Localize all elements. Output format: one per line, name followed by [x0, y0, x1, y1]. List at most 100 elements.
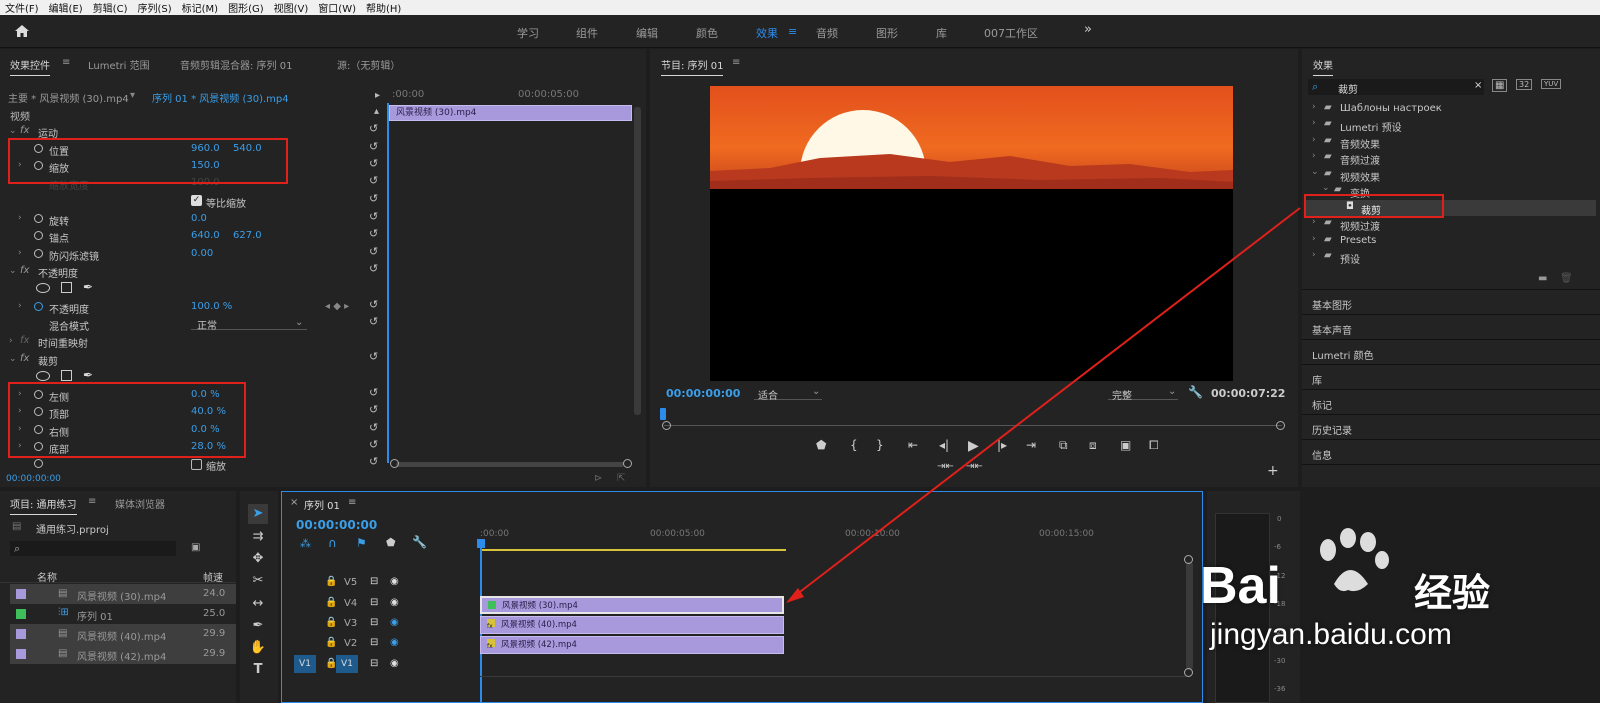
scale-stopwatch-icon[interactable]	[34, 161, 43, 170]
position-x-value[interactable]: 960.0	[191, 143, 220, 154]
rectangle-mask-icon[interactable]	[61, 282, 72, 293]
blend-mode-select[interactable]: 正常 ⌄	[191, 316, 307, 332]
opacity-value[interactable]: 100.0 %	[191, 301, 232, 312]
add-marker-timeline-icon[interactable]: ⬟	[386, 536, 396, 549]
effects-search-input[interactable]: ⌕ 裁剪 ×	[1308, 79, 1484, 96]
v4-eye-icon[interactable]: ◉	[390, 597, 399, 608]
step-back-icon[interactable]: ◂|	[939, 438, 949, 452]
ripple-edit-tool-icon[interactable]: ✥	[248, 549, 268, 569]
crop-section-chevron-icon[interactable]: ⌄	[9, 354, 17, 364]
scale-value[interactable]: 150.0	[191, 160, 220, 171]
menu-marker[interactable]: 标记(M)	[177, 0, 223, 15]
fit-select[interactable]: 适合 ⌄	[754, 385, 822, 402]
scale-reset-icon[interactable]: ↺	[369, 157, 378, 170]
clip-v4-video30[interactable]: 风景视频 (30).mp4	[480, 596, 784, 614]
project-row-clip30[interactable]: ▤ 风景视频 (30).mp4 24.0	[10, 584, 236, 604]
flicker-stopwatch-icon[interactable]	[34, 249, 43, 258]
crop-right-value[interactable]: 0.0 %	[191, 424, 220, 435]
crop-zoom-checkbox[interactable]	[191, 459, 202, 470]
tab-effect-controls[interactable]: 效果控件	[10, 57, 50, 76]
ws-tab-assembly[interactable]: 组件	[576, 25, 598, 41]
pen-tool-icon[interactable]: ✒	[248, 616, 268, 636]
anchor-x-value[interactable]: 640.0	[191, 230, 220, 241]
panel-history[interactable]: 历史记录	[1302, 416, 1600, 440]
mark-out-icon[interactable]: }	[876, 438, 884, 452]
insert-icon[interactable]: ⇥⇤	[937, 461, 954, 472]
flicker-reset-icon[interactable]: ↺	[369, 245, 378, 258]
crop-left-stopwatch-icon[interactable]	[34, 390, 43, 399]
tree-item-presets-ru[interactable]: › ▰ Шаблоны настроек	[1306, 101, 1596, 117]
ws-tab-effects[interactable]: 效果	[756, 25, 778, 41]
flicker-value[interactable]: 0.00	[191, 248, 213, 259]
work-area-bar[interactable]	[480, 549, 786, 551]
tree-item-video-transitions[interactable]: › ▰ 视频过渡	[1306, 216, 1596, 233]
crop-top-stopwatch-icon[interactable]	[34, 407, 43, 416]
crop-top-value[interactable]: 40.0 %	[191, 406, 226, 417]
blend-reset-icon[interactable]: ↺	[369, 315, 378, 328]
menu-graphics[interactable]: 图形(G)	[223, 0, 269, 15]
master-dropdown-icon[interactable]: ▾	[130, 90, 135, 101]
tab-lumetri-scopes[interactable]: Lumetri 范围	[88, 57, 150, 72]
program-timecode[interactable]: 00:00:00:00	[666, 387, 740, 400]
time-remap-fx-icon[interactable]: fx	[20, 335, 29, 346]
ec-playhead[interactable]	[387, 103, 389, 463]
compare-view-icon[interactable]: ⧠	[1149, 438, 1159, 453]
crop-top-reset-icon[interactable]: ↺	[369, 403, 378, 416]
project-row-clip40[interactable]: ▤ 风景视频 (40).mp4 29.9	[10, 624, 236, 644]
ec-scroll-left-handle[interactable]	[390, 459, 399, 468]
crop-pen-mask-icon[interactable]: ✒	[83, 368, 93, 382]
track-select-tool-icon[interactable]: ⇉	[248, 527, 268, 547]
timeline-menu-icon[interactable]: ≡	[348, 497, 356, 508]
v1-label[interactable]: V1	[336, 655, 358, 673]
go-to-in-icon[interactable]: ⇤	[908, 438, 918, 452]
flicker-chevron-icon[interactable]: ›	[18, 248, 22, 258]
panel-markers[interactable]: 标记	[1302, 391, 1600, 415]
opacity-section-chevron-icon[interactable]: ⌄	[9, 266, 17, 276]
master-clip-label[interactable]: 主要 * 风景视频 (30).mp4	[8, 90, 129, 105]
v3-label[interactable]: V3	[344, 618, 357, 629]
col-rate-header[interactable]: 帧速	[203, 569, 223, 584]
ws-tab-color[interactable]: 颜色	[696, 25, 718, 41]
crop-rectangle-mask-icon[interactable]	[61, 370, 72, 381]
panel-libraries[interactable]: 库	[1302, 366, 1600, 390]
v4-sync-icon[interactable]: ⊟	[370, 597, 378, 608]
project-search-input[interactable]: ⌕	[10, 541, 176, 556]
timeline-playhead-head[interactable]	[477, 539, 485, 548]
timeline-vscroll-top[interactable]	[1184, 555, 1193, 564]
clear-search-icon[interactable]: ×	[1474, 80, 1482, 91]
ec-scroll-up-icon[interactable]: ▴	[374, 106, 379, 117]
play-icon[interactable]: ▶	[968, 438, 979, 454]
tab-media-browser[interactable]: 媒体浏览器	[115, 496, 165, 511]
v1-eye-icon[interactable]: ◉	[390, 658, 399, 669]
crop-zoom-stopwatch-icon[interactable]	[34, 459, 43, 468]
menu-edit[interactable]: 编辑(E)	[44, 0, 88, 15]
ws-tab-editing[interactable]: 编辑	[636, 25, 658, 41]
crop-ellipse-mask-icon[interactable]	[36, 371, 50, 381]
ws-tab-graphics[interactable]: 图形	[876, 25, 898, 41]
v5-label[interactable]: V5	[344, 577, 357, 588]
crop-section-reset-icon[interactable]: ↺	[369, 350, 378, 363]
button-editor-add-icon[interactable]: +	[1267, 463, 1279, 479]
program-menu-icon[interactable]: ≡	[732, 57, 740, 68]
ws-tab-libraries[interactable]: 库	[936, 25, 947, 41]
pen-mask-icon[interactable]: ✒	[83, 280, 93, 294]
step-forward-icon[interactable]: |▸	[997, 438, 1007, 452]
v1-sync-icon[interactable]: ⊟	[370, 658, 378, 669]
crop-right-reset-icon[interactable]: ↺	[369, 421, 378, 434]
ec-timecode[interactable]: 00:00:00:00	[6, 474, 61, 484]
crop-right-chevron-icon[interactable]: ›	[18, 424, 22, 434]
crop-left-value[interactable]: 0.0 %	[191, 389, 220, 400]
toggle-timeline-icon[interactable]: ▸	[375, 90, 380, 101]
clip-v2-video42[interactable]: fx 风景视频 (42).mp4	[480, 636, 784, 654]
tree-item-presets-cn[interactable]: › ▰ 预设	[1306, 249, 1596, 266]
ws-tab-effects-menu-icon[interactable]: ≡	[788, 25, 797, 38]
timeline-vscrollbar[interactable]	[1186, 562, 1193, 670]
scale-chevron-icon[interactable]: ›	[18, 160, 22, 170]
go-to-out-icon[interactable]: ⇥	[1026, 438, 1036, 452]
tree-item-audio-effects[interactable]: › ▰ 音频效果	[1306, 134, 1596, 151]
tree-item-transform[interactable]: ⌄ ▰ 变换	[1306, 183, 1596, 200]
rotation-chevron-icon[interactable]: ›	[18, 213, 22, 223]
project-row-seq01[interactable]: ⫶⊞ 序列 01 25.0	[10, 604, 236, 624]
anchor-y-value[interactable]: 627.0	[233, 230, 262, 241]
panel-lumetri-color[interactable]: Lumetri 颜色	[1302, 341, 1600, 365]
